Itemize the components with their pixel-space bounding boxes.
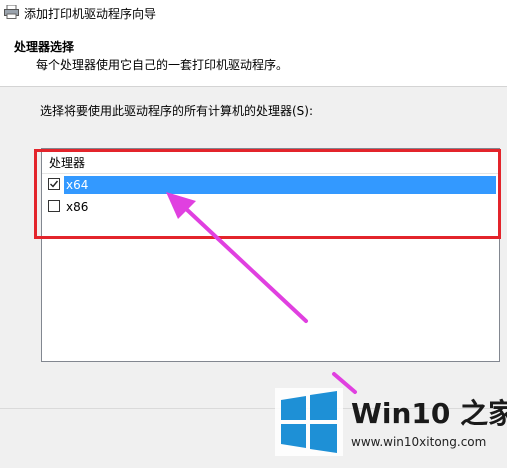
windows-logo-icon (275, 388, 343, 456)
watermark: Win10 之家 www.win10xitong.com (275, 383, 507, 468)
watermark-brand: Win10 之家 (351, 397, 507, 430)
watermark-url: www.win10xitong.com (351, 435, 487, 449)
